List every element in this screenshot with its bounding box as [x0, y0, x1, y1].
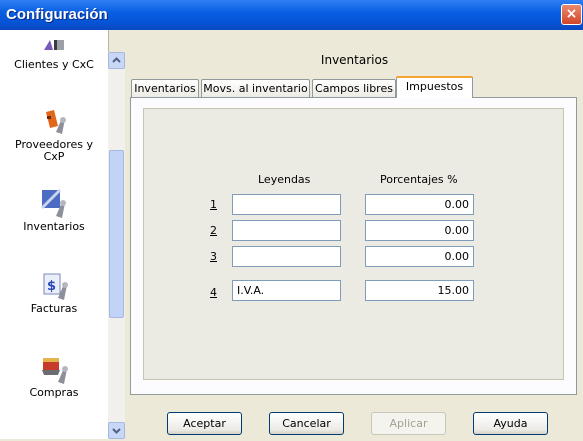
percent-field-3[interactable]: 0.00	[365, 246, 474, 267]
taxes-group	[143, 108, 564, 380]
cancel-button[interactable]: Cancelar	[269, 412, 344, 435]
close-button[interactable]: ×	[561, 4, 582, 25]
legend-field-2[interactable]	[232, 220, 341, 241]
clients-icon	[44, 40, 64, 50]
chevron-down-icon	[112, 428, 121, 434]
sidebar-item-label: Clientes y CxC	[14, 58, 94, 71]
percent-field-4[interactable]: 15.00	[365, 280, 474, 301]
help-button[interactable]: Ayuda	[473, 412, 548, 435]
tab-inventarios[interactable]: Inventarios	[131, 79, 199, 97]
sidebar-item-label: Inventarios	[23, 220, 85, 233]
scroll-up-button[interactable]	[108, 52, 125, 69]
suppliers-icon	[46, 110, 66, 134]
tab-campos-libres[interactable]: Campos libres	[312, 79, 396, 97]
scroll-thumb[interactable]	[109, 150, 124, 318]
chevron-up-icon	[112, 57, 121, 63]
svg-text:$: $	[47, 279, 56, 294]
sidebar-scrollbar[interactable]	[108, 52, 125, 439]
row-number: 4	[210, 286, 217, 299]
sidebar-item-inventarios[interactable]: Inventarios	[0, 186, 108, 234]
row-number: 3	[210, 250, 217, 263]
tab-impuestos[interactable]: Impuestos	[396, 76, 473, 98]
sidebar-item-compras[interactable]: Compras	[0, 352, 108, 400]
accept-button[interactable]: Aceptar	[167, 412, 242, 435]
sidebar-item-label: Proveedores y CxP	[15, 138, 93, 163]
scroll-down-button[interactable]	[108, 422, 125, 439]
sidebar-item-label: Facturas	[30, 302, 78, 315]
tab-panel	[130, 97, 577, 395]
sidebar: Clientes y CxC Proveedores y CxP Inventa…	[0, 30, 109, 439]
percent-field-1[interactable]: 0.00	[365, 194, 474, 215]
legend-field-3[interactable]	[232, 246, 341, 267]
tab-movs-inventario[interactable]: Movs. al inventario	[201, 79, 310, 97]
row-number: 1	[210, 198, 217, 211]
percent-field-2[interactable]: 0.00	[365, 220, 474, 241]
section-title: Inventarios	[320, 53, 389, 67]
sidebar-item-label: Compras	[29, 386, 79, 399]
sidebar-item-clientes[interactable]: Clientes y CxC	[0, 38, 108, 72]
sidebar-item-facturas[interactable]: $ Facturas	[0, 268, 108, 316]
window-title: Configuración	[6, 6, 108, 23]
row-number: 2	[210, 224, 217, 237]
sidebar-item-proveedores[interactable]: Proveedores y CxP	[0, 108, 108, 164]
legend-column-header: Leyendas	[258, 173, 311, 186]
title-bar: Configuración ×	[0, 0, 583, 30]
purchases-icon	[42, 358, 68, 384]
dialog-buttons: Aceptar Cancelar Aplicar Ayuda	[126, 400, 583, 439]
apply-button[interactable]: Aplicar	[371, 412, 446, 435]
legend-field-4[interactable]: I.V.A.	[232, 280, 341, 301]
invoices-icon: $	[43, 273, 68, 300]
inventory-icon	[40, 188, 66, 218]
legend-field-1[interactable]	[232, 194, 341, 215]
percent-column-header: Porcentajes %	[380, 173, 458, 186]
main-panel: Inventarios Inventarios Movs. al inventa…	[126, 45, 583, 439]
